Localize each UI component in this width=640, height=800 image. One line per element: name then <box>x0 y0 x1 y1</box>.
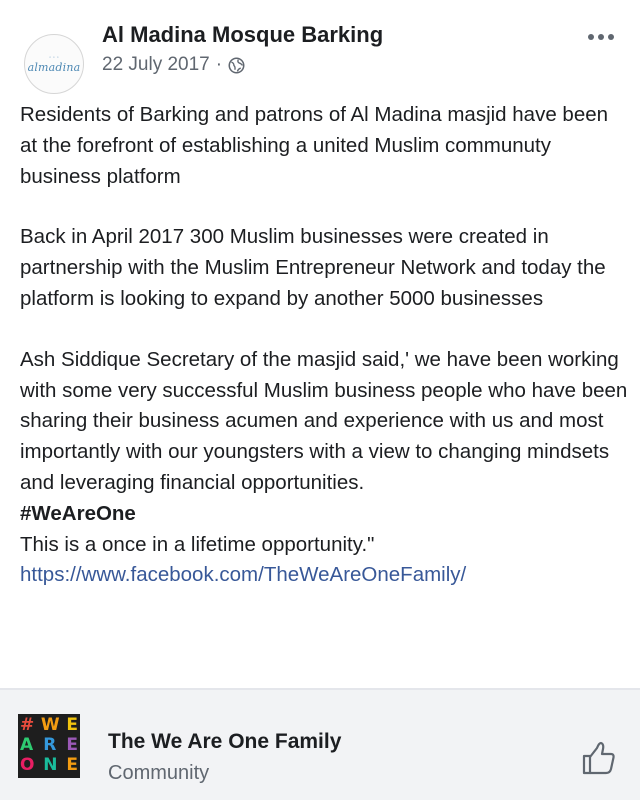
link-preview-card[interactable]: # W E A R E O N E The We Are One Family … <box>0 690 640 800</box>
logo-letter: # <box>20 715 35 735</box>
logo-letter: W <box>40 715 60 735</box>
logo-letter: E <box>66 755 78 775</box>
logo-letter: R <box>43 735 57 755</box>
post-meta: 22 July 2017 · <box>102 54 245 76</box>
page-name-link[interactable]: Al Madina Mosque Barking <box>102 22 383 48</box>
post-header: ◦ ◦ ◦ almadina Al Madina Mosque Barking … <box>18 14 622 94</box>
logo-letter: E <box>66 715 78 735</box>
post-text: Residents of Barking and patrons of Al M… <box>20 100 630 591</box>
we-are-one-logo: # W E A R E O N E <box>18 714 80 778</box>
more-dot <box>598 34 604 40</box>
card-subtitle: Community <box>108 762 210 784</box>
logo-letter: N <box>43 755 58 775</box>
hashtag-link[interactable]: #WeAreOne <box>20 499 630 530</box>
more-options-button[interactable] <box>584 28 618 46</box>
logo-row: # W E <box>20 716 78 736</box>
post-paragraph-2: Back in April 2017 300 Muslim businesses… <box>20 225 606 310</box>
logo-row: A R E <box>20 736 78 756</box>
post-paragraph-3: Ash Siddique Secretary of the masjid sai… <box>20 347 628 494</box>
post-paragraph-1: Residents of Barking and patrons of Al M… <box>20 103 609 188</box>
page-avatar[interactable]: ◦ ◦ ◦ almadina <box>24 34 84 94</box>
logo-letter: O <box>20 755 35 775</box>
logo-letter: A <box>20 735 34 755</box>
card-title[interactable]: The We Are One Family <box>108 730 341 754</box>
post-date[interactable]: 22 July 2017 <box>102 54 210 76</box>
post-closing-line: This is a once in a lifetime opportunity… <box>20 532 375 556</box>
logo-row: O N E <box>20 756 78 776</box>
more-dot <box>588 34 594 40</box>
more-dot <box>608 34 614 40</box>
thumbs-up-icon[interactable] <box>578 738 618 778</box>
meta-separator: · <box>215 54 223 75</box>
avatar-logo-text: almadina <box>27 60 81 74</box>
logo-letter: E <box>66 735 78 755</box>
globe-icon[interactable] <box>228 57 245 74</box>
post-url-link[interactable]: https://www.facebook.com/TheWeAreOneFami… <box>20 560 630 591</box>
